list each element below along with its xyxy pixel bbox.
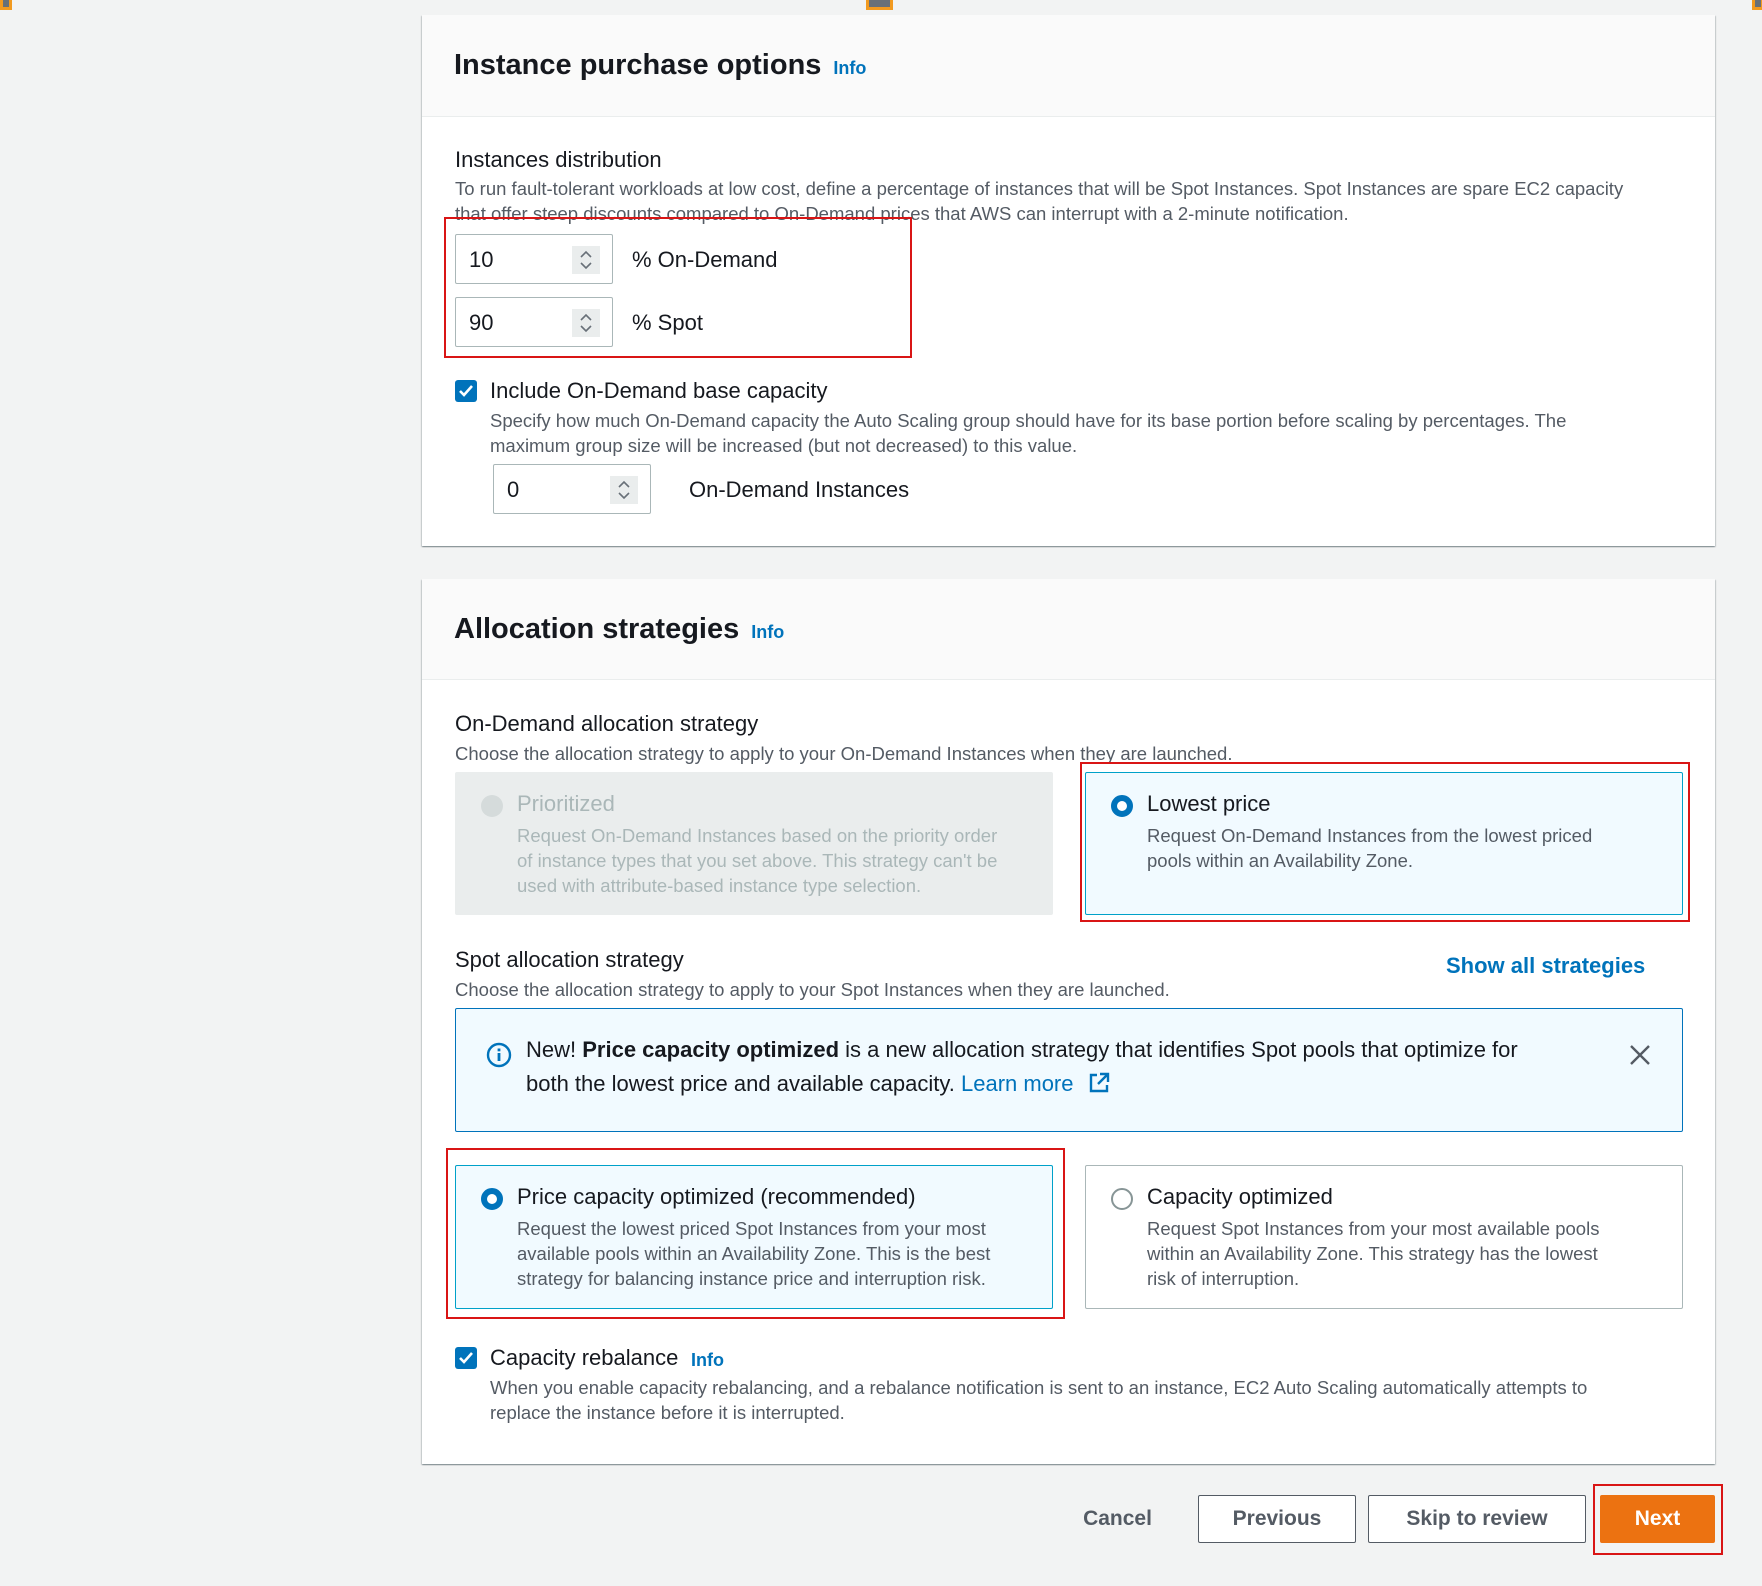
capacity-rebalance-label: Capacity rebalance [490, 1345, 679, 1370]
card-desc-line: available pools within an Availability Z… [517, 1243, 991, 1264]
on-demand-percent-suffix: % On-Demand [632, 247, 778, 272]
on-demand-strategy-label: On-Demand allocation strategy [455, 711, 759, 736]
base-capacity-desc: maximum group size will be increased (bu… [490, 435, 1078, 456]
window-marker [866, 0, 893, 10]
skip-to-review-button[interactable]: Skip to review [1368, 1495, 1586, 1543]
card-desc-line: Request On-Demand Instances from the low… [1147, 825, 1593, 846]
card-desc: Request the lowest priced Spot Instances… [517, 1216, 990, 1291]
info-link[interactable]: Info [751, 622, 784, 643]
card-desc-line: used with attribute-based instance type … [517, 875, 922, 896]
radio-button [481, 795, 503, 817]
card-title: Price capacity optimized (recommended) [517, 1184, 916, 1209]
checkmark-icon [459, 385, 473, 397]
panel-header: Instance purchase options Info [422, 15, 1715, 117]
capacity-rebalance-desc: When you enable capacity rebalancing, an… [490, 1377, 1588, 1398]
card-desc-line: Request the lowest priced Spot Instances… [517, 1218, 986, 1239]
spot-strategy-desc: Choose the allocation strategy to apply … [455, 979, 1170, 1000]
alert-text: is a new allocation strategy that identi… [845, 1037, 1518, 1062]
on-demand-strategy-desc: Choose the allocation strategy to apply … [455, 743, 1233, 764]
info-link[interactable]: Info [691, 1350, 724, 1371]
on-demand-percent-value: 10 [469, 247, 494, 272]
info-link[interactable]: Info [833, 58, 866, 79]
instances-distribution-desc: that offer steep discounts compared to O… [455, 203, 1349, 224]
window-marker [1752, 0, 1762, 10]
base-capacity-input[interactable]: 0 [493, 464, 651, 514]
radio-button[interactable] [1111, 1188, 1133, 1210]
card-title: Capacity optimized [1147, 1184, 1333, 1209]
capacity-rebalance-checkbox[interactable] [455, 1347, 477, 1369]
alert-bold: Price capacity optimized [582, 1037, 840, 1062]
spot-percent-value: 90 [469, 310, 494, 335]
card-desc: Request Spot Instances from your most av… [1147, 1216, 1599, 1291]
info-alert: New! Price capacity optimized is a new a… [455, 1008, 1683, 1132]
base-capacity-suffix: On-Demand Instances [689, 477, 910, 502]
spot-percent-suffix: % Spot [632, 310, 703, 335]
info-icon [486, 1042, 512, 1068]
panel-title: Instance purchase options [454, 49, 822, 81]
radio-button[interactable] [1111, 795, 1133, 817]
card-desc: Request On-Demand Instances based on the… [517, 823, 997, 898]
window-marker [0, 0, 12, 10]
show-all-strategies-link[interactable]: Show all strategies [1446, 953, 1645, 979]
card-desc-line: within an Availability Zone. This strate… [1147, 1243, 1598, 1264]
base-capacity-label: Include On-Demand base capacity [490, 378, 828, 403]
strategy-card-capacity-optimized[interactable]: Capacity optimized Request Spot Instance… [1085, 1165, 1683, 1309]
stepper-icon[interactable] [572, 309, 600, 337]
card-desc-line: risk of interruption. [1147, 1268, 1300, 1289]
stepper-icon[interactable] [610, 476, 638, 504]
panel-title: Allocation strategies [454, 612, 740, 645]
previous-button[interactable]: Previous [1198, 1495, 1356, 1543]
alert-prefix: New! [526, 1037, 577, 1062]
spot-strategy-label: Spot allocation strategy [455, 947, 684, 972]
cancel-button[interactable]: Cancel [1070, 1495, 1165, 1543]
learn-more-link[interactable]: Learn more [961, 1071, 1074, 1096]
strategy-card-price-capacity-optimized[interactable]: Price capacity optimized (recommended) R… [455, 1165, 1053, 1309]
card-desc-line: of instance types that you set above. Th… [517, 850, 998, 871]
next-button[interactable]: Next [1600, 1495, 1715, 1543]
close-icon[interactable] [1628, 1043, 1652, 1067]
strategy-card-lowest-price[interactable]: Lowest price Request On-Demand Instances… [1085, 772, 1683, 915]
stepper-icon[interactable] [572, 246, 600, 274]
base-capacity-checkbox[interactable] [455, 380, 477, 402]
instances-distribution-desc: To run fault-tolerant workloads at low c… [455, 178, 1624, 199]
alert-text: both the lowest price and available capa… [526, 1071, 955, 1096]
instances-distribution-label: Instances distribution [455, 147, 662, 172]
base-capacity-value: 0 [507, 477, 520, 502]
external-link-icon[interactable] [1088, 1072, 1110, 1094]
card-title: Prioritized [517, 791, 615, 816]
panel-header: Allocation strategies Info [422, 579, 1715, 680]
card-desc-line: pools within an Availability Zone. [1147, 850, 1414, 871]
card-desc-line: Request On-Demand Instances based on the… [517, 825, 998, 846]
alert-message: New! Price capacity optimized is a new a… [526, 1033, 1566, 1101]
base-capacity-desc: Specify how much On-Demand capacity the … [490, 410, 1567, 431]
capacity-rebalance-desc: replace the instance before it is interr… [490, 1402, 845, 1423]
card-desc: Request On-Demand Instances from the low… [1147, 823, 1592, 873]
card-desc-line: strategy for balancing instance price an… [517, 1268, 986, 1289]
radio-button[interactable] [481, 1188, 503, 1210]
card-desc-line: Request Spot Instances from your most av… [1147, 1218, 1600, 1239]
on-demand-percent-input[interactable]: 10 [455, 234, 613, 284]
spot-percent-input[interactable]: 90 [455, 297, 613, 347]
checkmark-icon [459, 1352, 473, 1364]
card-title: Lowest price [1147, 791, 1271, 816]
strategy-card-prioritized: Prioritized Request On-Demand Instances … [455, 772, 1053, 915]
